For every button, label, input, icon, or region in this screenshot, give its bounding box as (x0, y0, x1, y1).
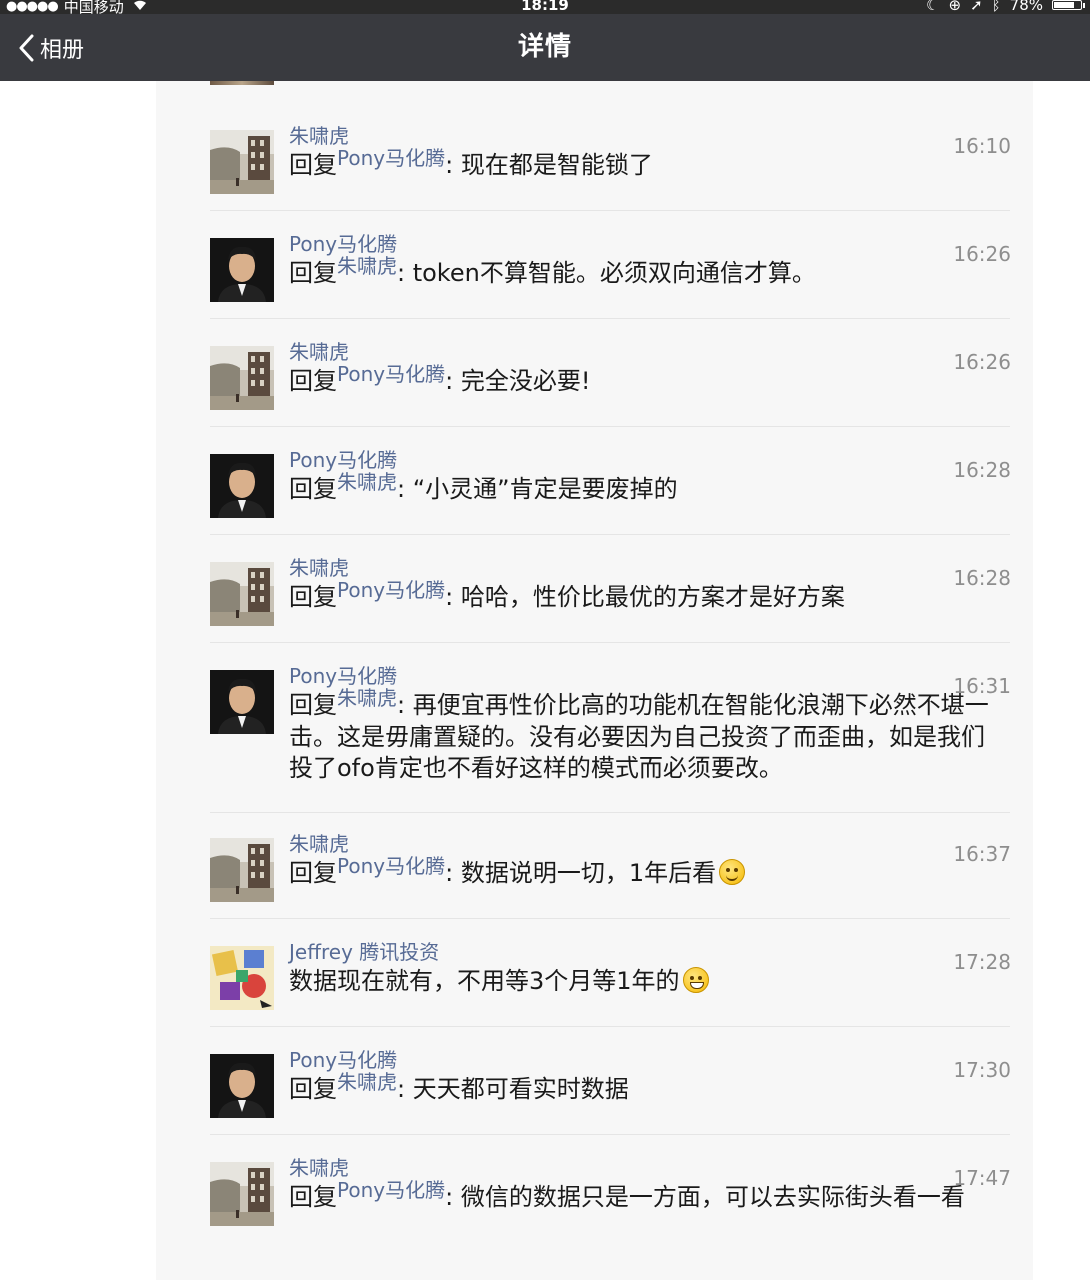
comment-text: 回复朱啸虎: token不算智能。必须双向通信才算。 (289, 254, 1001, 290)
reply-prefix: 回复 (289, 859, 337, 887)
comment-body: : 天天都可看实时数据 (397, 1075, 629, 1103)
comment-divider (210, 426, 1010, 427)
comment-divider (210, 1026, 1010, 1027)
comment-item[interactable]: Pony马化腾 16:26 回复朱啸虎: token不算智能。必须双向通信才算。 (156, 232, 1033, 338)
comment-author[interactable]: Pony马化腾 (289, 660, 397, 689)
comment-author[interactable]: Pony马化腾 (289, 228, 397, 257)
comment-text: 回复朱啸虎: “小灵通”肯定是要废掉的 (289, 470, 1001, 506)
reply-to-name[interactable]: 朱啸虎 (337, 470, 397, 494)
reply-prefix: 回复 (289, 367, 337, 395)
comment-author[interactable]: Jeffrey 腾讯投资 (289, 936, 439, 965)
reply-to-name[interactable]: Pony马化腾 (337, 578, 445, 602)
battery-percent: 78% (1009, 0, 1043, 14)
smile-emoji (719, 859, 746, 885)
comment-text: 回复Pony马化腾: 完全没必要! (289, 362, 1001, 398)
rotation-lock-icon: ⊕ (948, 0, 962, 14)
comment-author[interactable]: 朱啸虎 (289, 336, 349, 365)
reply-to-name[interactable]: 朱啸虎 (337, 686, 397, 710)
comment-author[interactable]: 朱啸虎 (289, 552, 349, 581)
comment-text: 回复Pony马化腾: 哈哈，性价比最优的方案才是好方案 (289, 578, 1001, 614)
comment-body: : 哈哈，性价比最优的方案才是好方案 (445, 583, 845, 611)
battery-level (1054, 2, 1074, 8)
comment-item[interactable]: 朱啸虎 16:37 回复Pony马化腾: 数据说明一切，1年后看 (156, 832, 1033, 938)
comment-item[interactable]: 朱啸虎 16:28 回复Pony马化腾: 哈哈，性价比最优的方案才是好方案 (156, 556, 1033, 662)
comment-item[interactable]: Jeffrey 腾讯投资 17:28 数据现在就有，不用等3个月等1年的 (156, 940, 1033, 1046)
comment-body: : 微信的数据只是一方面，可以去实际街头看一看 (445, 1183, 965, 1211)
avatar (210, 81, 274, 85)
reply-to-name[interactable]: Pony马化腾 (337, 362, 445, 386)
comment-body: 数据现在就有，不用等3个月等1年的 (289, 967, 680, 995)
reply-prefix: 回复 (289, 259, 337, 287)
comment-body: : 完全没必要! (445, 367, 591, 395)
comment-body: : “小灵通”肯定是要废掉的 (397, 475, 678, 503)
reply-to-name[interactable]: Pony马化腾 (337, 854, 445, 878)
comment-item[interactable]: 朱啸虎 16:26 回复Pony马化腾: 完全没必要! (156, 340, 1033, 446)
comment-body: : 现在都是智能锁了 (445, 151, 653, 179)
location-icon: ➚ (970, 0, 983, 14)
reply-prefix: 回复 (289, 1075, 337, 1103)
comment-divider (210, 918, 1010, 919)
avatar[interactable] (210, 838, 274, 902)
avatar[interactable] (210, 946, 274, 1010)
page-title: 详情 (517, 32, 572, 62)
avatar[interactable] (210, 346, 274, 410)
status-bar: ●●●●● 中国移动 18:19 ☾ ⊕ ➚ ᛒ 78% (0, 0, 1090, 14)
comments-panel[interactable]: 朱啸虎 16:10 回复Pony马化腾: 现在都是智能锁了 Pony马化腾 16:26… (156, 81, 1033, 1280)
reply-to-name[interactable]: 朱啸虎 (337, 254, 397, 278)
comment-divider (210, 210, 1010, 211)
comment-divider (210, 534, 1010, 535)
avatar[interactable] (210, 562, 274, 626)
reply-to-name[interactable]: Pony马化腾 (337, 1178, 445, 1202)
comment-text: 回复Pony马化腾: 现在都是智能锁了 (289, 146, 1001, 182)
comment-item[interactable]: Pony马化腾 16:28 回复朱啸虎: “小灵通”肯定是要废掉的 (156, 448, 1033, 554)
comment-item[interactable]: 朱啸虎 17:47 回复Pony马化腾: 微信的数据只是一方面，可以去实际街头看一看 (156, 1156, 1033, 1262)
reply-to-name[interactable]: Pony马化腾 (337, 146, 445, 170)
reply-prefix: 回复 (289, 691, 337, 719)
comment-author[interactable]: 朱啸虎 (289, 1152, 349, 1181)
comment-divider (210, 812, 1010, 813)
comment-text: 回复朱啸虎: 天天都可看实时数据 (289, 1070, 1001, 1106)
comment-text: 回复Pony马化腾: 数据说明一切，1年后看 (289, 854, 1001, 890)
battery-icon (1052, 0, 1085, 10)
comment-body: : token不算智能。必须双向通信才算。 (397, 259, 816, 287)
comment-item[interactable]: Pony马化腾 17:30 回复朱啸虎: 天天都可看实时数据 (156, 1048, 1033, 1154)
comment-item[interactable]: 朱啸虎 16:10 回复Pony马化腾: 现在都是智能锁了 (156, 124, 1033, 230)
comment-author[interactable]: Pony马化腾 (289, 1044, 397, 1073)
reply-prefix: 回复 (289, 151, 337, 179)
comment-text: 回复朱啸虎: 再便宜再性价比高的功能机在智能化浪潮下必然不堪一击。这是毋庸置疑的… (289, 686, 1001, 784)
comment-text: 数据现在就有，不用等3个月等1年的 (289, 966, 1001, 997)
comment-body: : 数据说明一切，1年后看 (445, 859, 717, 887)
avatar[interactable] (210, 454, 274, 518)
comment-divider (210, 1134, 1010, 1135)
comment-divider (210, 642, 1010, 643)
avatar[interactable] (210, 670, 274, 734)
reply-prefix: 回复 (289, 583, 337, 611)
comment-text: 回复Pony马化腾: 微信的数据只是一方面，可以去实际街头看一看 (289, 1178, 1001, 1214)
avatar[interactable] (210, 1162, 274, 1226)
comment-item[interactable]: Pony马化腾 16:31 回复朱啸虎: 再便宜再性价比高的功能机在智能化浪潮下必然… (156, 664, 1033, 782)
bluetooth-icon: ᛒ (991, 0, 1001, 14)
nav-bar: 相册 详情 (0, 14, 1090, 81)
status-right: ☾ ⊕ ➚ ᛒ 78% (926, 0, 1085, 14)
reply-to-name[interactable]: 朱啸虎 (337, 1070, 397, 1094)
avatar[interactable] (210, 238, 274, 302)
reply-prefix: 回复 (289, 1183, 337, 1211)
avatar[interactable] (210, 130, 274, 194)
grin-emoji (682, 967, 709, 993)
avatar[interactable] (210, 1054, 274, 1118)
comment-author[interactable]: 朱啸虎 (289, 828, 349, 857)
comment-author[interactable]: 朱啸虎 (289, 120, 349, 149)
comment-divider (210, 318, 1010, 319)
moon-icon: ☾ (926, 0, 940, 14)
reply-prefix: 回复 (289, 475, 337, 503)
comment-author[interactable]: Pony马化腾 (289, 444, 397, 473)
